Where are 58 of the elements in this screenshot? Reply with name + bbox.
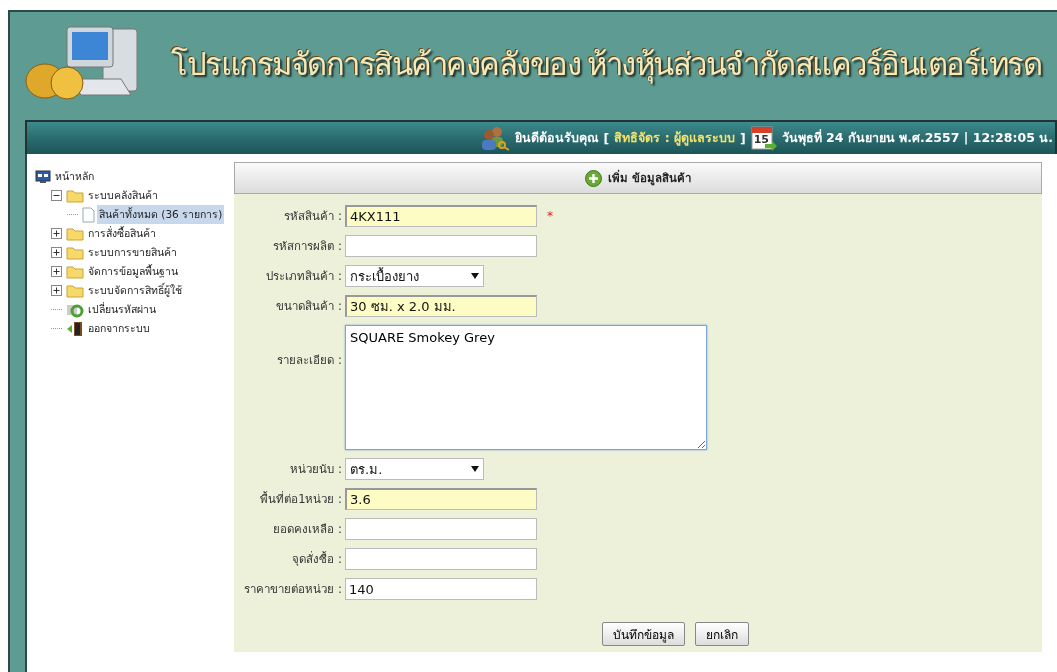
input-field[interactable] xyxy=(345,518,537,540)
tree-item[interactable]: ระบบการขายสินค้า xyxy=(86,243,179,262)
field-label: รหัสการผลิต : xyxy=(272,238,342,255)
calendar-icon xyxy=(750,124,777,152)
expand-toggle-icon[interactable] xyxy=(51,247,62,258)
form-button[interactable]: บันทึกข้อมูล xyxy=(602,622,685,646)
field-label: พื้นที่ต่อ1หน่วย : xyxy=(259,490,342,508)
tree-item[interactable]: เปลี่ยนรหัสผ่าน xyxy=(86,300,158,319)
dropdown[interactable]: ตร.ม. xyxy=(345,458,484,480)
tree-item[interactable]: ระบบจัดการสิทธิ์ผู้ใช้ xyxy=(86,281,184,300)
expand-toggle-icon[interactable] xyxy=(51,266,62,277)
dropdown-arrow-icon xyxy=(471,466,479,472)
field-label: ราคาขายต่อหน่วย : xyxy=(243,581,342,598)
add-product-button[interactable]: เพิ่ม ข้อมูลสินค้า xyxy=(234,162,1042,194)
tree-item[interactable]: สินค้าทั้งหมด (36 รายการ) xyxy=(97,205,225,224)
folder-icon xyxy=(66,188,84,203)
app-title: โปรแกรมจัดการสินค้าคงคลังของ ห้างหุ้นส่วนจำกัดสแควร์อินเตอร์เทรด xyxy=(171,45,1042,86)
input-field[interactable]: 140 xyxy=(345,578,537,600)
folder-icon xyxy=(66,226,84,241)
input-field[interactable] xyxy=(345,235,537,257)
tree-item[interactable]: จัดการข้อมูลพื้นฐาน xyxy=(86,262,180,281)
description-field[interactable]: SQUARE Smokey Grey xyxy=(345,325,707,450)
tree-item[interactable]: หน้าหลัก xyxy=(53,167,96,186)
date-time-text: วันพุธที่ 24 กันยายน พ.ศ.2557 | 12:28:05 น. xyxy=(781,128,1053,148)
tree-item[interactable]: ออกจากระบบ xyxy=(86,319,152,338)
calendar-day: 15 xyxy=(753,133,769,146)
form-button[interactable]: ยกเลิก xyxy=(695,622,749,646)
tree-item[interactable]: การสั่งซื้อสินค้า xyxy=(86,224,158,243)
field-label: รายละเอียด : xyxy=(276,352,342,369)
dropdown[interactable]: กระเบื้องยาง xyxy=(345,265,484,287)
field-label: จุดสั่งซื้อ : xyxy=(291,550,342,568)
field-label: ขนาดสินค้า : xyxy=(275,298,342,315)
dropdown-arrow-icon xyxy=(471,273,479,279)
monitor-icon xyxy=(35,169,51,184)
exit-door-icon xyxy=(66,320,84,337)
folder-icon xyxy=(66,283,84,298)
folder-icon xyxy=(66,264,84,279)
folder-icon xyxy=(66,245,84,260)
plus-icon xyxy=(585,169,602,187)
collapse-toggle-icon[interactable] xyxy=(51,190,62,201)
bracket-text: ] xyxy=(740,130,746,146)
user-role-text: สิทธิจัดร : ผู้ดูแลระบบ xyxy=(614,129,735,148)
expand-toggle-icon[interactable] xyxy=(51,228,62,239)
bracket-text: [ xyxy=(603,130,610,146)
expand-toggle-icon[interactable] xyxy=(51,285,62,296)
field-label: หน่วยนับ : xyxy=(289,461,342,478)
document-icon xyxy=(82,206,95,223)
input-field[interactable]: 3.6 xyxy=(345,488,537,510)
tree-item[interactable]: ระบบคลังสินค้า xyxy=(86,186,160,205)
input-field[interactable]: 4KX111 xyxy=(345,205,537,227)
users-key-icon xyxy=(479,125,510,151)
welcome-text: ยินดีต้อนรับคุณ xyxy=(514,129,599,148)
required-mark: * xyxy=(547,209,553,223)
field-label: ประเภทสินค้า : xyxy=(265,268,342,285)
field-label: ยอดคงเหลือ : xyxy=(272,521,342,538)
input-field[interactable]: 30 ซม. x 2.0 มม. xyxy=(345,295,537,317)
field-label: รหัสสินค้า : xyxy=(283,208,342,225)
input-field[interactable] xyxy=(345,548,537,570)
